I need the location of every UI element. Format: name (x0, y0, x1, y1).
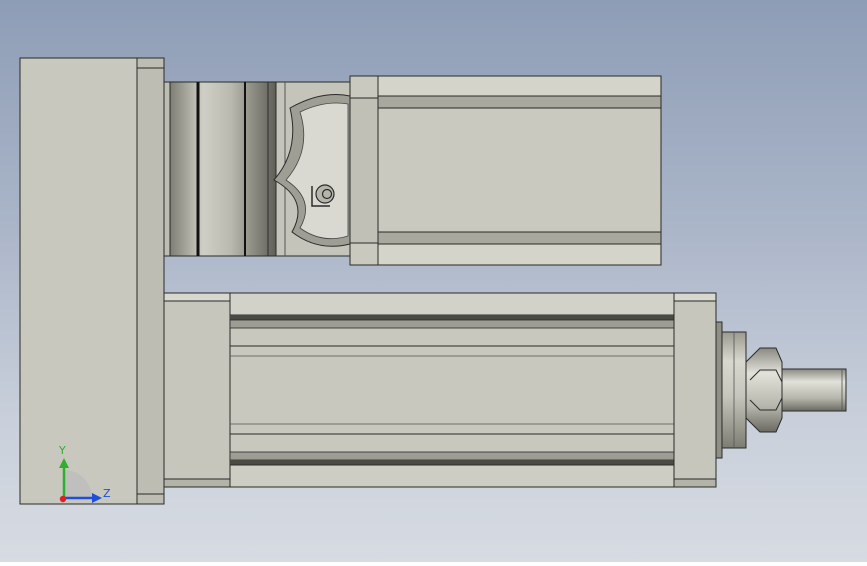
actuator-profile (229, 292, 675, 488)
piston-rod (781, 368, 847, 412)
cad-viewport[interactable]: Y Z (0, 0, 867, 562)
triad-x-dot (59, 495, 67, 503)
triad-z-label: Z (103, 487, 111, 500)
side-plate (19, 57, 165, 505)
motor-coupling (163, 81, 351, 257)
rod-gland (715, 321, 747, 459)
actuator-rear-cap (163, 292, 231, 488)
hex-lock-nut (745, 347, 783, 433)
actuator-front-cap (673, 292, 717, 488)
servo-motor (349, 75, 662, 266)
triad-y-label: Y (58, 444, 66, 457)
cad-model-drawing: Y Z (19, 57, 847, 505)
